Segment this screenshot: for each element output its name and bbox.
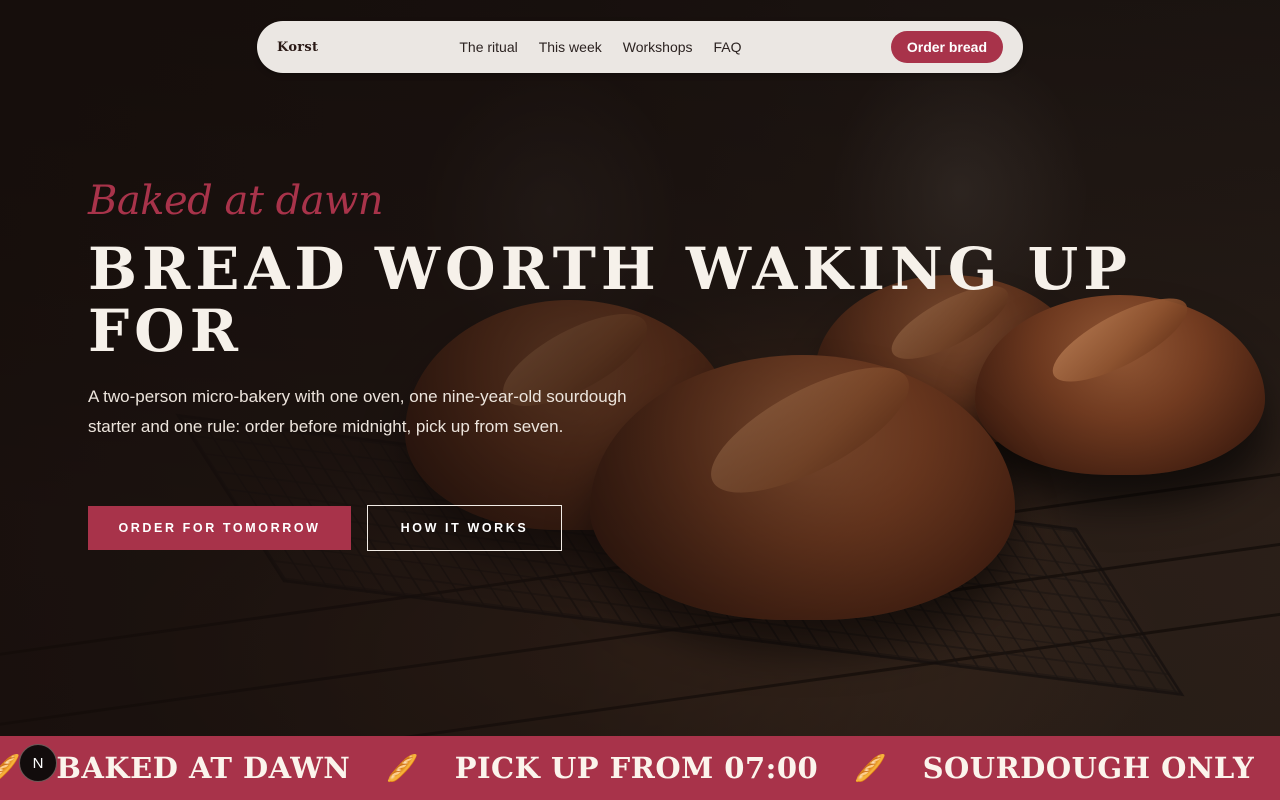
nav-link-workshops[interactable]: Workshops <box>623 39 693 55</box>
marquee-item: SOURDOUGH ONLY <box>922 751 1255 785</box>
hero-background <box>0 0 1280 736</box>
marquee-item: BAKED AT DAWN <box>56 751 351 785</box>
hero-headline: Bread worth waking up for <box>88 235 1132 365</box>
order-for-tomorrow-button[interactable]: ORDER FOR TOMORROW <box>88 506 351 550</box>
nav-link-faq[interactable]: FAQ <box>714 39 742 55</box>
hero-overlay <box>0 0 1280 736</box>
marquee-item: PICK UP FROM 07:00 <box>454 751 819 785</box>
nav-links: The ritual This week Workshops FAQ <box>459 39 741 55</box>
how-it-works-button[interactable]: HOW IT WORKS <box>367 505 562 551</box>
bread-icon: 🥖 <box>0 752 21 783</box>
order-bread-button[interactable]: Order bread <box>890 31 1003 63</box>
hero-eyebrow: Baked at dawn <box>88 178 384 224</box>
nav-link-this-week[interactable]: This week <box>539 39 602 55</box>
brand-logo[interactable]: Korst <box>277 40 318 55</box>
bread-icon: 🥖 <box>386 752 419 783</box>
nav-link-the-ritual[interactable]: The ritual <box>459 39 517 55</box>
marquee-banner: 🥖 BAKED AT DAWN 🥖 PICK UP FROM 07:00 🥖 S… <box>0 736 1280 800</box>
n-logo-icon[interactable]: N <box>19 744 57 782</box>
top-nav: Korst The ritual This week Workshops FAQ… <box>257 21 1023 73</box>
marquee-track: 🥖 BAKED AT DAWN 🥖 PICK UP FROM 07:00 🥖 S… <box>0 736 1280 800</box>
bread-icon: 🥖 <box>854 752 887 783</box>
hero-lede: A two-person micro-bakery with one oven,… <box>88 387 627 436</box>
